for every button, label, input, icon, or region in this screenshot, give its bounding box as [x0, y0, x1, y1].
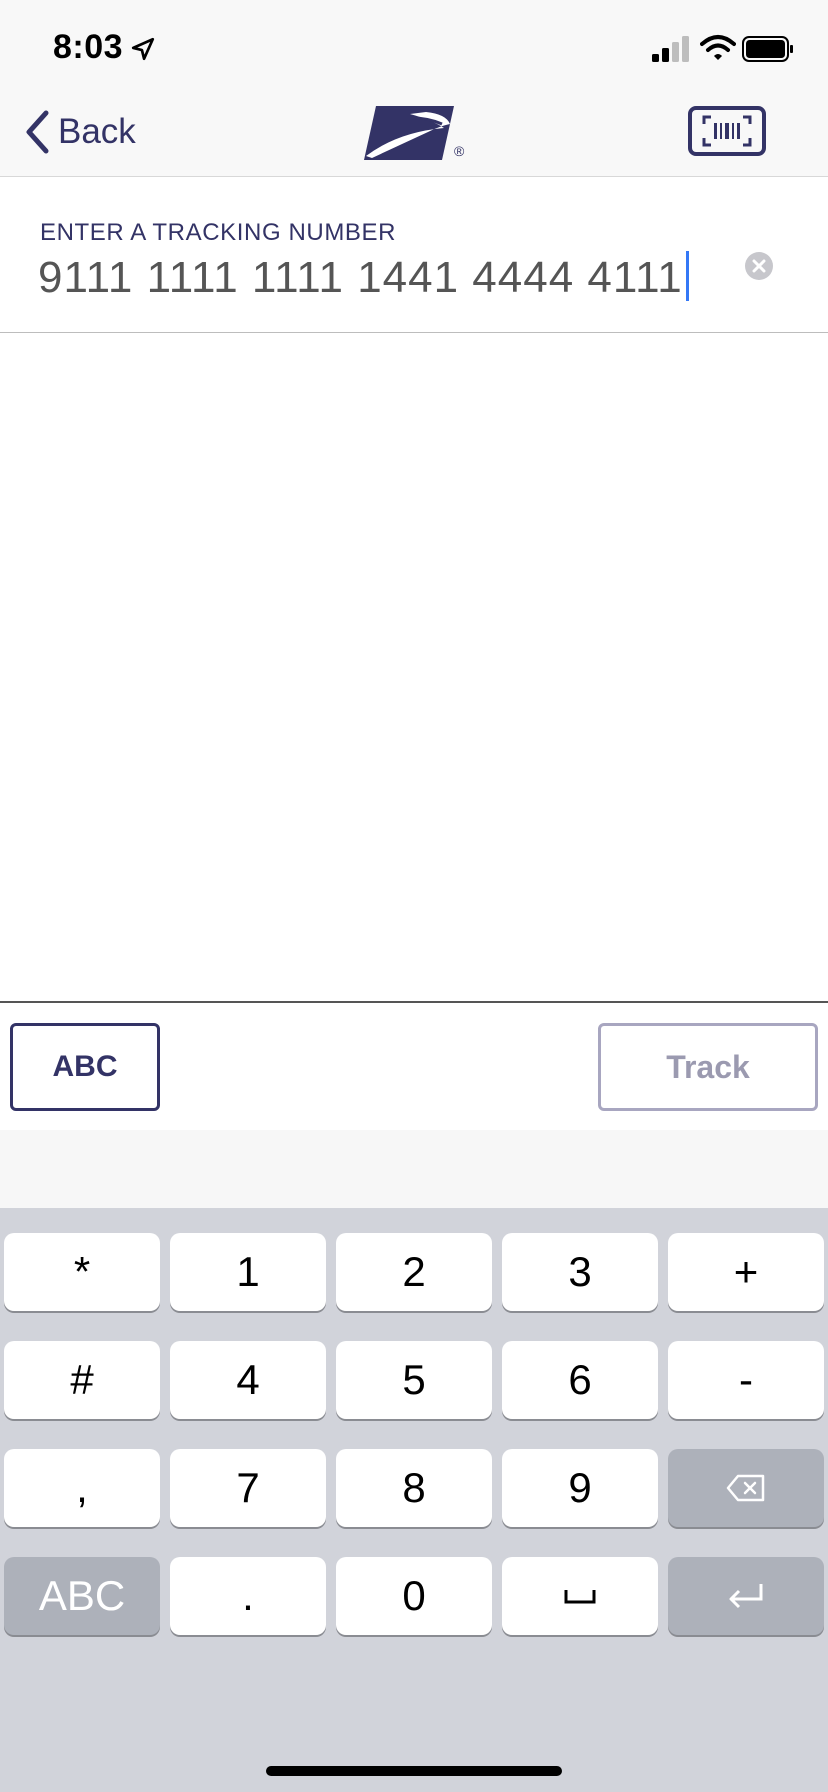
- cellular-signal-icon: [652, 36, 689, 62]
- key-5[interactable]: 5: [336, 1341, 492, 1419]
- space-key[interactable]: [502, 1557, 658, 1635]
- status-bar: 8:03: [0, 0, 828, 100]
- status-time: 8:03: [53, 28, 124, 66]
- clear-input-icon[interactable]: [744, 251, 774, 281]
- usps-eagle-logo: ®: [364, 106, 465, 160]
- return-key[interactable]: [668, 1557, 824, 1635]
- key-label: +: [733, 1248, 759, 1295]
- key-label: 5: [402, 1356, 426, 1403]
- key-label: .: [242, 1572, 254, 1619]
- key-0[interactable]: 0: [336, 1557, 492, 1635]
- key-2[interactable]: 2: [336, 1233, 492, 1311]
- key-8[interactable]: 8: [336, 1449, 492, 1527]
- registered-mark: ®: [454, 143, 465, 159]
- wifi-icon: [700, 35, 736, 60]
- key-label: 7: [236, 1464, 260, 1511]
- key-label: 0: [402, 1572, 426, 1619]
- return-icon: [729, 1584, 763, 1609]
- key-4[interactable]: 4: [170, 1341, 326, 1419]
- key-label: 3: [568, 1248, 592, 1295]
- chevron-left-icon: [26, 110, 49, 154]
- delete-key[interactable]: [668, 1449, 824, 1527]
- track-button[interactable]: Track: [598, 1023, 818, 1111]
- space-icon: [564, 1590, 596, 1604]
- key-3[interactable]: 3: [502, 1233, 658, 1311]
- scan-barcode-button[interactable]: [688, 106, 766, 156]
- numeric-keyboard: * 1 2 3 + # 4 5 6 - , 7 8 9 ABC . 0: [0, 1208, 828, 1792]
- key-label: ABC: [38, 1572, 126, 1619]
- key-label: 9: [568, 1464, 592, 1511]
- key-label: -: [739, 1356, 753, 1403]
- tracking-number-section: ENTER A TRACKING NUMBER: [0, 177, 828, 334]
- tracking-number-label: ENTER A TRACKING NUMBER: [40, 219, 397, 246]
- keyboard-accessory-bar: [0, 1130, 828, 1208]
- key-hash[interactable]: #: [4, 1341, 160, 1419]
- key-label: *: [73, 1248, 91, 1295]
- key-comma[interactable]: ,: [4, 1449, 160, 1527]
- key-6[interactable]: 6: [502, 1341, 658, 1419]
- key-label: 1: [236, 1248, 260, 1295]
- key-label: 8: [402, 1464, 426, 1511]
- barcode-scan-icon: [702, 115, 752, 147]
- key-label: ,: [76, 1464, 88, 1511]
- location-arrow-icon: [131, 37, 155, 61]
- input-action-bar: ABC Track: [0, 1001, 828, 1132]
- key-label: #: [70, 1356, 94, 1403]
- abc-toggle-button[interactable]: ABC: [10, 1023, 160, 1111]
- backspace-icon: [726, 1474, 765, 1502]
- home-indicator: [266, 1766, 562, 1776]
- key-label: 2: [402, 1248, 426, 1295]
- navigation-bar: Back ®: [0, 100, 828, 177]
- key-7[interactable]: 7: [170, 1449, 326, 1527]
- key-asterisk[interactable]: *: [4, 1233, 160, 1311]
- back-label: Back: [58, 112, 136, 151]
- key-plus[interactable]: +: [668, 1233, 824, 1311]
- key-label: 4: [236, 1356, 260, 1403]
- key-abc[interactable]: ABC: [4, 1557, 160, 1635]
- text-caret: [686, 251, 689, 301]
- key-period[interactable]: .: [170, 1557, 326, 1635]
- back-button[interactable]: Back: [24, 108, 136, 156]
- key-label: 6: [568, 1356, 592, 1403]
- content-area: [0, 333, 828, 1001]
- tracking-number-input[interactable]: [38, 253, 698, 303]
- key-1[interactable]: 1: [170, 1233, 326, 1311]
- key-minus[interactable]: -: [668, 1341, 824, 1419]
- battery-icon: [742, 36, 793, 62]
- key-9[interactable]: 9: [502, 1449, 658, 1527]
